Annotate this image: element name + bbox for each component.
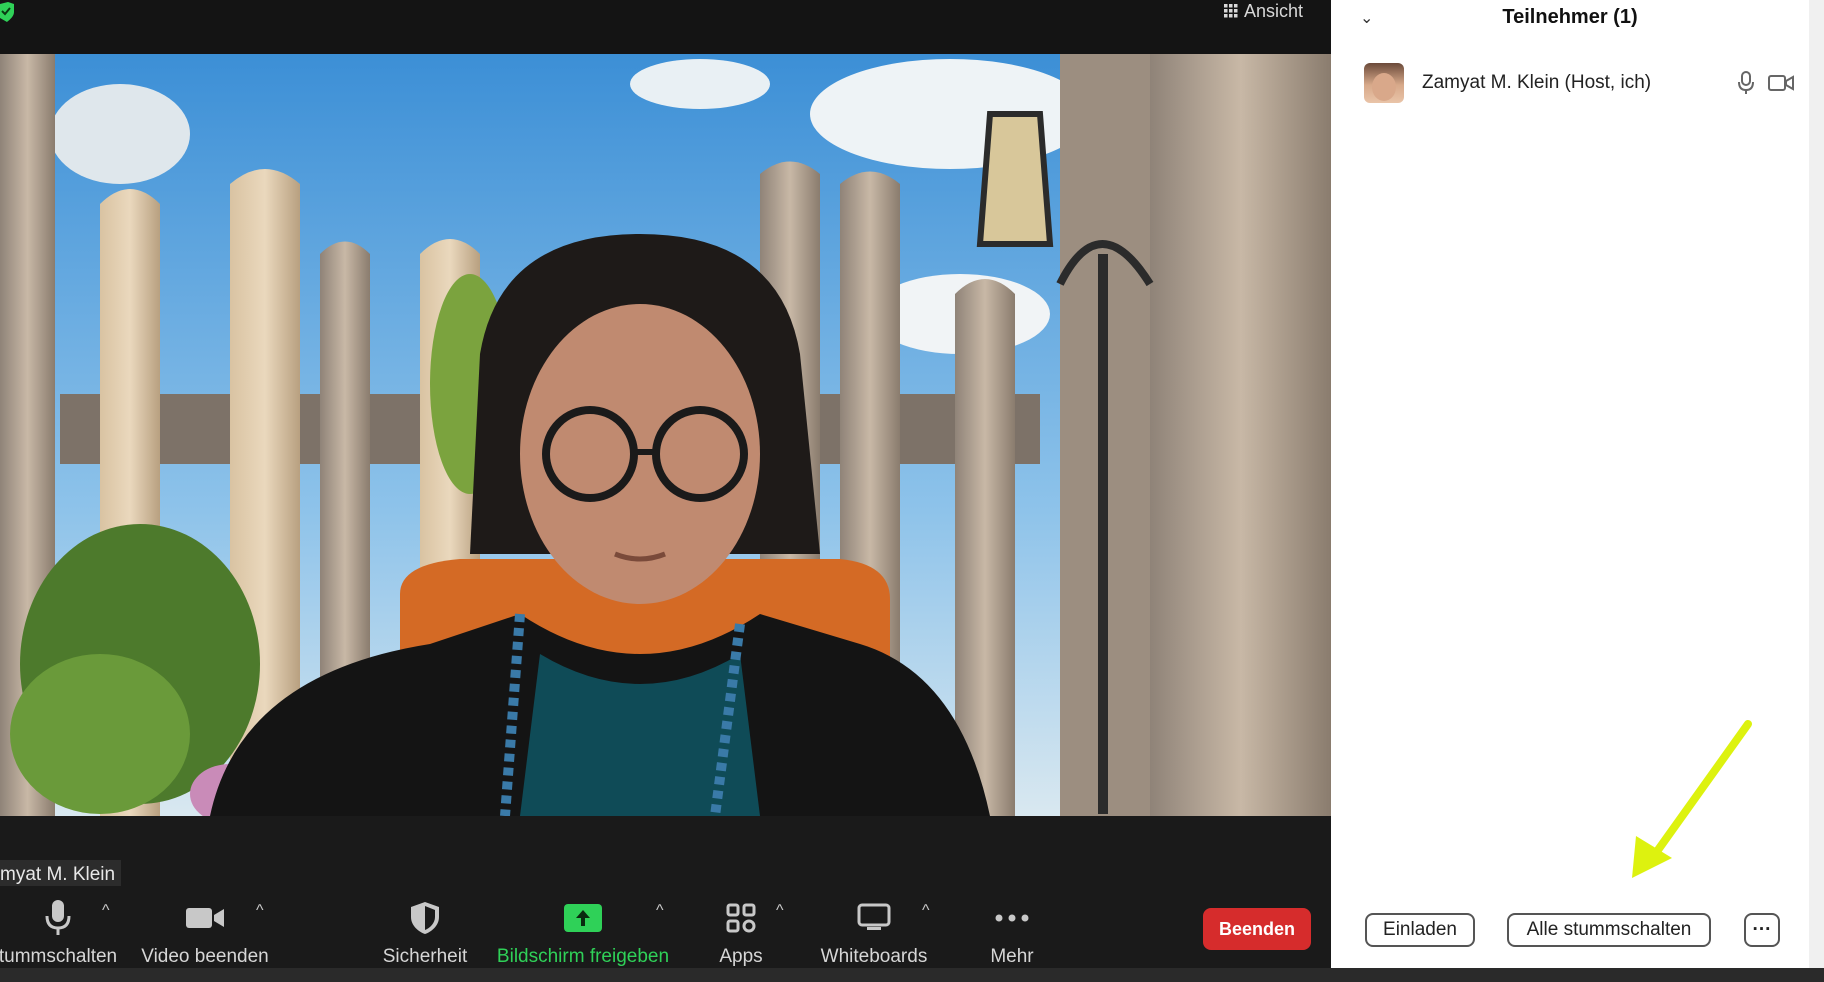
whiteboards-label: Whiteboards: [820, 946, 928, 967]
share-screen-icon: [564, 904, 602, 932]
avatar: [1364, 63, 1404, 103]
video-label: Video beenden: [141, 946, 269, 967]
shield-icon: [411, 902, 439, 934]
view-label: Ansicht: [1244, 0, 1304, 21]
top-bar: Ansicht: [0, 0, 1331, 54]
apps-icon: [726, 903, 756, 933]
participant-row[interactable]: Zamyat M. Klein (Host, ich): [1364, 60, 1794, 106]
participants-title: Teilnehmer (1): [1502, 6, 1638, 28]
share-screen-label: Bildschirm freigeben: [496, 946, 670, 967]
video-frame: [0, 54, 1331, 816]
more-dots-icon: [995, 914, 1029, 922]
mute-all-button[interactable]: Alle stummschalten: [1507, 913, 1711, 947]
microphone-icon[interactable]: [1738, 71, 1754, 95]
more-label: Mehr: [990, 946, 1034, 967]
share-options-chevron-icon[interactable]: ^: [656, 902, 664, 920]
video-camera-icon[interactable]: [1768, 74, 1794, 92]
mute-label: tummschalten: [0, 946, 118, 967]
shield-check-icon[interactable]: [0, 2, 14, 22]
microphone-icon: [45, 900, 71, 935]
invite-button[interactable]: Einladen: [1365, 913, 1475, 947]
whiteboards-options-chevron-icon[interactable]: ^: [922, 902, 930, 920]
end-meeting-button[interactable]: Beenden: [1203, 908, 1311, 950]
participant-video[interactable]: [0, 54, 1331, 816]
taskbar-strip: [0, 968, 1824, 982]
video-options-chevron-icon[interactable]: ^: [256, 902, 264, 920]
mute-options-chevron-icon[interactable]: ^: [102, 902, 110, 920]
apps-options-chevron-icon[interactable]: ^: [776, 902, 784, 920]
panel-scroll-edge: [1809, 0, 1824, 968]
apps-label: Apps: [719, 946, 763, 967]
more-options-button[interactable]: ···: [1744, 913, 1780, 947]
whiteboard-icon: [857, 903, 891, 930]
video-camera-icon: [186, 908, 224, 928]
annotation-arrow: [1632, 720, 1752, 878]
participant-name: Zamyat M. Klein (Host, ich): [1422, 72, 1652, 93]
grid-icon: [1224, 4, 1238, 18]
security-label: Sicherheit: [382, 946, 468, 967]
view-button[interactable]: Ansicht: [1224, 0, 1303, 22]
